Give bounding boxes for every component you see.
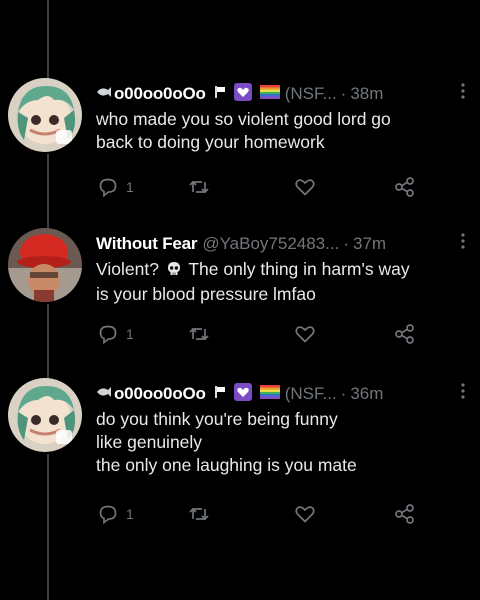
user-handle[interactable]: (NSF... [285, 384, 337, 404]
retweet-icon [188, 324, 210, 344]
share-button[interactable] [394, 175, 416, 199]
display-name[interactable]: o00oo0oOo [114, 84, 206, 104]
separator-dot: · [340, 84, 347, 103]
timestamp[interactable]: 37m [353, 234, 386, 254]
user-handle[interactable]: (NSF... [285, 84, 337, 104]
skull-emoji-icon [166, 260, 182, 283]
display-name[interactable]: Without Fear [96, 234, 198, 254]
tweet-text-line: like genuinely [96, 432, 203, 452]
tweet-text-line: who made you so violent good lord go [96, 109, 391, 129]
reply-icon [98, 177, 118, 197]
tweet-header: o00oo0oOo (NSF... · 36m [96, 382, 468, 406]
share-button[interactable] [394, 502, 416, 526]
share-icon [394, 503, 416, 525]
tweet[interactable]: Without Fear @YaBoy752483... · 37m Viole… [0, 228, 480, 378]
flag-icon [214, 384, 226, 404]
separator-dot: · [343, 234, 349, 253]
share-icon [394, 323, 416, 345]
tweet[interactable]: o00oo0oOo (NSF... · 38m who made you so … [0, 78, 480, 228]
tweet-actions: 1 [96, 175, 426, 199]
tweet-text-fragment: Violent? [96, 259, 159, 279]
reply-count: 1 [126, 506, 134, 522]
tweet-actions: 1 [96, 502, 426, 526]
display-name[interactable]: o00oo0oOo [114, 384, 206, 404]
avatar[interactable] [8, 378, 82, 452]
tweet-text-fragment: The only thing in harm's way [188, 259, 410, 279]
share-button[interactable] [394, 322, 416, 346]
tweet-actions: 1 [96, 322, 426, 346]
like-button[interactable] [294, 175, 316, 199]
retweet-button[interactable] [188, 322, 210, 346]
tweet-header: o00oo0oOo (NSF... · 38m [96, 82, 468, 106]
retweet-icon [188, 504, 210, 524]
heart-icon [294, 177, 316, 197]
tweet-text-line: do you think you're being funny [96, 409, 338, 429]
tweet-text: who made you so violent good lord go bac… [96, 108, 472, 154]
like-button[interactable] [294, 502, 316, 526]
reply-count: 1 [126, 179, 134, 195]
rainbow-flag-icon [259, 84, 280, 104]
fish-icon [96, 84, 112, 104]
fish-icon [96, 384, 112, 404]
reply-icon [98, 324, 118, 344]
purple-heart-icon [233, 382, 252, 406]
tweet-header: Without Fear @YaBoy752483... · 37m [96, 232, 468, 256]
heart-icon [294, 504, 316, 524]
timestamp[interactable]: 38m [350, 84, 383, 104]
tweet-text-line: the only one laughing is you mate [96, 455, 357, 475]
reply-icon [98, 504, 118, 524]
retweet-icon [188, 177, 210, 197]
retweet-button[interactable] [188, 502, 210, 526]
purple-heart-icon [233, 82, 252, 106]
tweet-text-line: is your blood pressure lmfao [96, 284, 316, 304]
tweet-text-line: back to doing your homework [96, 132, 325, 152]
tweet-text: do you think you're being funny like gen… [96, 408, 472, 477]
retweet-button[interactable] [188, 175, 210, 199]
tweet[interactable]: o00oo0oOo (NSF... · 36m do you think you… [0, 378, 480, 528]
user-handle[interactable]: @YaBoy752483... [202, 234, 339, 254]
thread-line [47, 0, 49, 78]
like-button[interactable] [294, 322, 316, 346]
flag-icon [214, 84, 226, 104]
reply-count: 1 [126, 326, 134, 342]
avatar[interactable] [8, 78, 82, 152]
reply-button[interactable]: 1 [98, 322, 134, 346]
more-options-icon[interactable] [460, 382, 466, 400]
reply-button[interactable]: 1 [98, 502, 134, 526]
tweet-text: Violent? The only thing in harm's way is… [96, 258, 472, 306]
share-icon [394, 176, 416, 198]
heart-icon [294, 324, 316, 344]
more-options-icon[interactable] [460, 232, 466, 250]
avatar[interactable] [8, 228, 82, 302]
reply-button[interactable]: 1 [98, 175, 134, 199]
tweet-text-line: Violent? The only thing in harm's way [96, 258, 472, 283]
more-options-icon[interactable] [460, 82, 466, 100]
timestamp[interactable]: 36m [350, 384, 383, 404]
rainbow-flag-icon [259, 384, 280, 404]
separator-dot: · [340, 384, 347, 403]
